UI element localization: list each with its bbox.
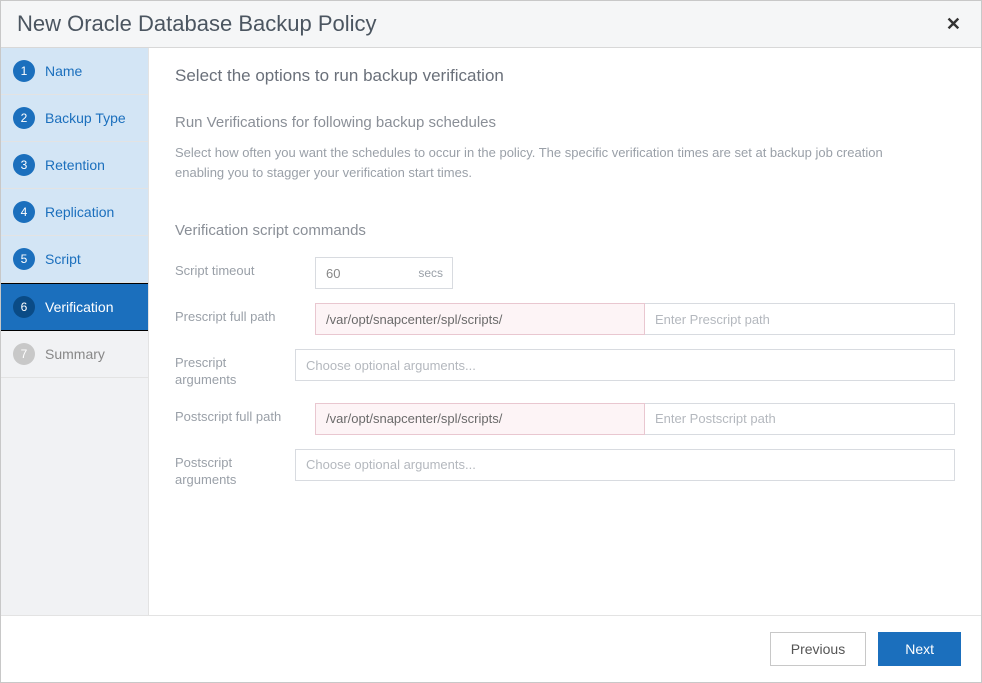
row-postscript-path: Postscript full path /var/opt/snapcenter…	[175, 403, 955, 435]
row-script-timeout: Script timeout secs	[175, 257, 955, 289]
schedules-subhead: Run Verifications for following backup s…	[175, 114, 955, 131]
step-label: Backup Type	[45, 110, 126, 126]
row-postscript-args: Postscript arguments	[175, 449, 955, 489]
label-prescript-path: Prescript full path	[175, 303, 305, 326]
step-number-badge: 4	[13, 201, 35, 223]
step-retention[interactable]: 3 Retention	[1, 142, 148, 189]
step-number-badge: 2	[13, 107, 35, 129]
step-number-badge: 3	[13, 154, 35, 176]
next-button[interactable]: Next	[878, 632, 961, 666]
page-heading: Select the options to run backup verific…	[175, 66, 955, 86]
label-postscript-args: Postscript arguments	[175, 449, 285, 489]
main-content: Select the options to run backup verific…	[149, 48, 981, 615]
step-label: Verification	[45, 299, 113, 315]
step-number-badge: 6	[13, 296, 35, 318]
previous-button[interactable]: Previous	[770, 632, 866, 666]
step-summary[interactable]: 7 Summary	[1, 331, 148, 378]
step-label: Retention	[45, 157, 105, 173]
dialog-title: New Oracle Database Backup Policy	[17, 11, 377, 37]
timeout-input-wrap: secs	[315, 257, 453, 289]
step-number-badge: 5	[13, 248, 35, 270]
dialog-footer: Previous Next	[1, 615, 981, 682]
step-number-badge: 7	[13, 343, 35, 365]
script-commands-title: Verification script commands	[175, 222, 955, 239]
postscript-path-input[interactable]	[645, 403, 955, 435]
step-label: Script	[45, 251, 81, 267]
schedules-description: Select how often you want the schedules …	[175, 143, 915, 182]
step-label: Replication	[45, 204, 114, 220]
prescript-args-input[interactable]	[295, 349, 955, 381]
step-label: Summary	[45, 346, 105, 362]
wizard-sidebar: 1 Name 2 Backup Type 3 Retention 4 Repli…	[1, 48, 149, 615]
row-prescript-path: Prescript full path /var/opt/snapcenter/…	[175, 303, 955, 335]
label-postscript-path: Postscript full path	[175, 403, 305, 426]
row-prescript-args: Prescript arguments	[175, 349, 955, 389]
step-name[interactable]: 1 Name	[1, 48, 148, 95]
titlebar: New Oracle Database Backup Policy ✕	[1, 1, 981, 48]
dialog-window: New Oracle Database Backup Policy ✕ 1 Na…	[0, 0, 982, 683]
postscript-args-input[interactable]	[295, 449, 955, 481]
dialog-body: 1 Name 2 Backup Type 3 Retention 4 Repli…	[1, 48, 981, 615]
prescript-prefix: /var/opt/snapcenter/spl/scripts/	[315, 303, 645, 335]
label-script-timeout: Script timeout	[175, 257, 305, 280]
script-timeout-input[interactable]	[315, 257, 453, 289]
step-script[interactable]: 5 Script	[1, 236, 148, 283]
step-verification[interactable]: 6 Verification	[1, 283, 148, 331]
step-backup-type[interactable]: 2 Backup Type	[1, 95, 148, 142]
label-prescript-args: Prescript arguments	[175, 349, 285, 389]
close-icon[interactable]: ✕	[942, 14, 965, 35]
step-replication[interactable]: 4 Replication	[1, 189, 148, 236]
step-number-badge: 1	[13, 60, 35, 82]
postscript-prefix: /var/opt/snapcenter/spl/scripts/	[315, 403, 645, 435]
prescript-path-input[interactable]	[645, 303, 955, 335]
step-label: Name	[45, 63, 82, 79]
